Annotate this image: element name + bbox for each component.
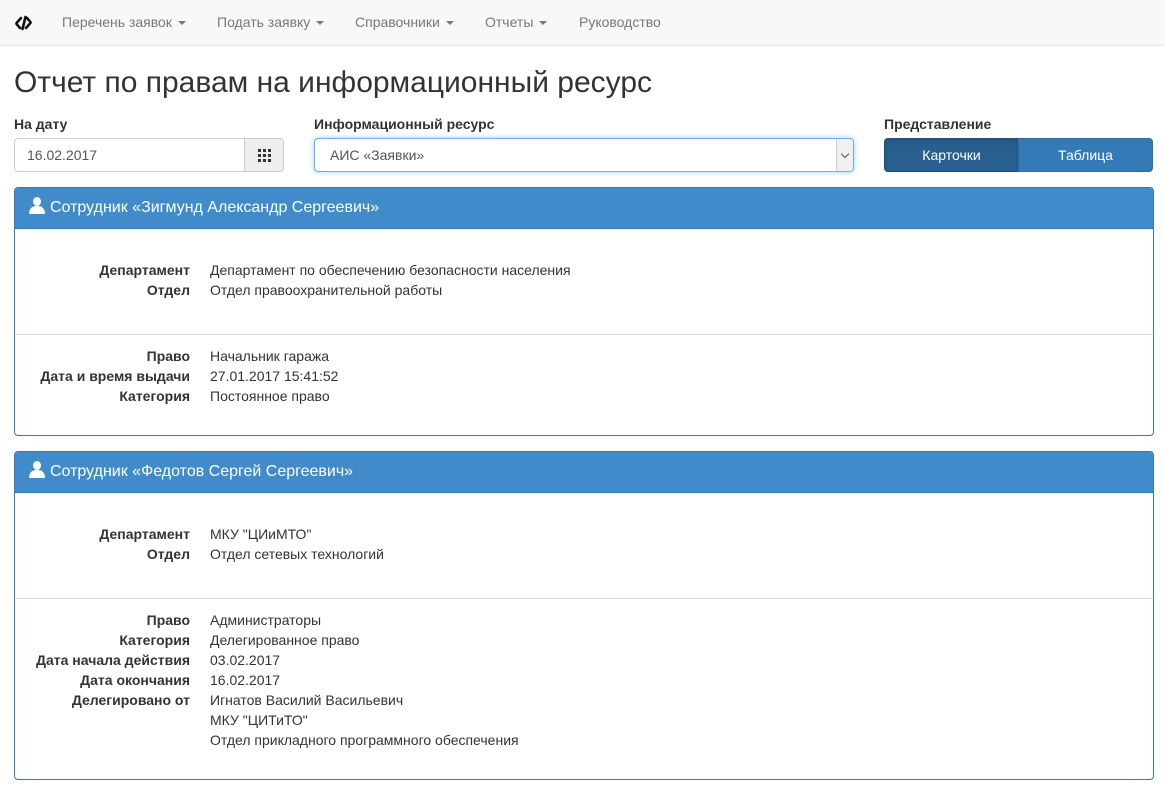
info-row: Категория Постоянное право <box>15 386 1153 406</box>
info-row: Дата окончания 16.02.2017 <box>15 670 1153 690</box>
info-value: Постоянное право <box>210 388 330 404</box>
brand-logo-icon[interactable] <box>14 13 34 33</box>
calendar-grid-icon <box>258 149 271 162</box>
chevron-down-icon[interactable] <box>836 139 853 171</box>
top-navbar: Перечень заявок Подать заявку Справочник… <box>0 0 1165 46</box>
info-value: МКУ "ЦИТиТО" <box>210 712 308 728</box>
info-row: Дата начала действия 03.02.2017 <box>15 650 1153 670</box>
user-icon <box>29 461 45 478</box>
info-value: Отдел правоохранительной работы <box>210 282 443 298</box>
info-key: Категория <box>119 388 190 404</box>
caret-down-icon <box>539 21 548 26</box>
nav-requests-list[interactable]: Перечень заявок <box>62 0 186 46</box>
divider <box>15 598 1153 599</box>
resource-label: Информационный ресурс <box>314 116 495 132</box>
info-row: Делегировано от Игнатов Василий Васильеви… <box>15 690 1153 710</box>
nav-label: Справочники <box>355 14 440 30</box>
info-key: Департамент <box>99 262 190 278</box>
employee-name: Сотрудник «Федотов Сергей Сергеевич» <box>50 463 354 480</box>
employee-name: Сотрудник «Зигмунд Александр Сергеевич» <box>50 199 380 216</box>
nav-label: Руководство <box>579 14 661 30</box>
info-value: Отдел сетевых технологий <box>210 546 384 562</box>
info-row: Категория Делегированное право <box>15 630 1153 650</box>
info-key: Дата и время выдачи <box>40 368 190 384</box>
date-input[interactable]: 16.02.2017 <box>14 138 245 172</box>
employee-card: Сотрудник «Зигмунд Александр Сергеевич» … <box>14 187 1154 436</box>
info-value: 27.01.2017 15:41:52 <box>210 368 339 384</box>
info-row: Право Администраторы <box>15 610 1153 630</box>
info-row: МКУ "ЦИТиТО" <box>15 710 1153 730</box>
info-value: 03.02.2017 <box>210 652 281 668</box>
info-key: Категория <box>119 632 190 648</box>
info-row: Департамент Департамент по обеспечению бе… <box>15 260 1153 280</box>
employee-card-heading: Сотрудник «Зигмунд Александр Сергеевич» <box>15 188 1153 229</box>
nav-label: Подать заявку <box>217 14 311 30</box>
info-row: Отдел прикладного программного обеспечен… <box>15 730 1153 750</box>
employee-card-heading: Сотрудник «Федотов Сергей Сергеевич» <box>15 452 1153 493</box>
nav-guide[interactable]: Руководство <box>579 0 661 46</box>
caret-down-icon <box>316 21 325 26</box>
user-icon <box>29 197 45 214</box>
info-key: Дата окончания <box>80 672 190 688</box>
date-label: На дату <box>14 116 68 132</box>
caret-down-icon <box>445 21 454 26</box>
caret-down-icon <box>177 21 186 26</box>
info-value: Департамент по обеспечению безопасности … <box>210 262 571 278</box>
view-cards-button[interactable]: Карточки <box>884 138 1019 172</box>
info-row: Дата и время выдачи 27.01.2017 15:41:52 <box>15 366 1153 386</box>
nav-reports[interactable]: Отчеты <box>485 0 548 46</box>
page-title: Отчет по правам на информационный ресурс <box>14 66 652 99</box>
info-value: Делегированное право <box>210 632 360 648</box>
info-row: Отдел Отдел сетевых технологий <box>15 544 1153 564</box>
nav-label: Отчеты <box>485 14 534 30</box>
nav-label: Перечень заявок <box>62 14 172 30</box>
info-key: Отдел <box>146 546 190 562</box>
info-value: Начальник гаража <box>210 348 330 364</box>
view-table-button[interactable]: Таблица <box>1018 138 1153 172</box>
info-key: Право <box>146 612 190 628</box>
calendar-button[interactable] <box>244 138 284 172</box>
resource-select-value: АИС «Заявки» <box>330 147 425 163</box>
info-key: Право <box>146 348 190 364</box>
nav-directories[interactable]: Справочники <box>355 0 454 46</box>
resource-select[interactable]: АИС «Заявки» <box>314 138 854 172</box>
info-value: Игнатов Василий Васильевич <box>210 692 404 708</box>
employee-card: Сотрудник «Федотов Сергей Сергеевич» Деп… <box>14 451 1154 780</box>
info-value: 16.02.2017 <box>210 672 281 688</box>
info-row: Отдел Отдел правоохранительной работы <box>15 280 1153 300</box>
nav-submit-request[interactable]: Подать заявку <box>217 0 325 46</box>
view-label: Представление <box>884 116 992 132</box>
info-key: Делегировано от <box>71 692 190 708</box>
info-row: Департамент МКУ "ЦИиМТО" <box>15 524 1153 544</box>
info-key: Отдел <box>146 282 190 298</box>
info-key: Дата начала действия <box>36 652 190 668</box>
info-row: Право Начальник гаража <box>15 346 1153 366</box>
info-value: МКУ "ЦИиМТО" <box>210 526 312 542</box>
info-key: Департамент <box>99 526 190 542</box>
info-value: Администраторы <box>210 612 322 628</box>
info-value: Отдел прикладного программного обеспечен… <box>210 732 519 748</box>
divider <box>15 334 1153 335</box>
